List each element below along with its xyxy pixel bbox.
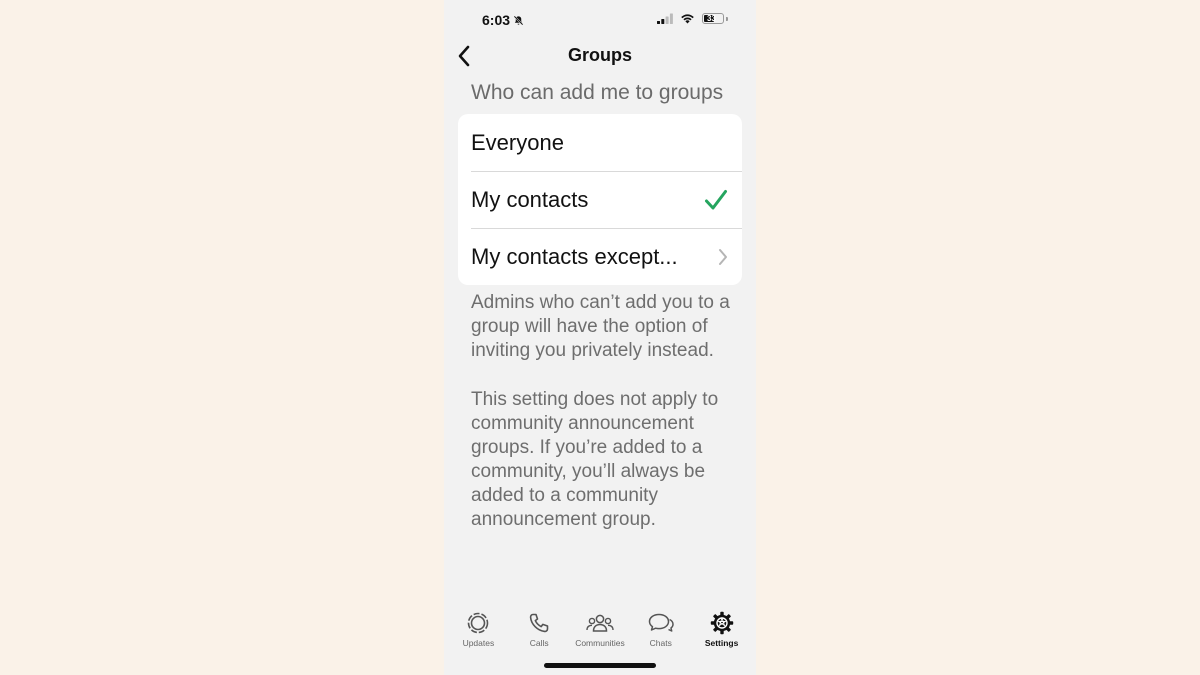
chevron-right-icon (719, 248, 727, 265)
phone-screen: 6:03 33 Groups Who can add me to groups … (444, 0, 756, 675)
home-indicator[interactable] (544, 663, 656, 668)
tab-calls[interactable]: Calls (509, 610, 570, 654)
updates-icon (468, 612, 489, 634)
tab-updates[interactable]: Updates (448, 610, 509, 654)
chats-icon (648, 613, 674, 632)
tab-label: Calls (529, 638, 549, 648)
option-my-contacts-except[interactable]: My contacts except... (458, 228, 742, 285)
battery-level: 33 (707, 14, 716, 23)
tab-label: Settings (704, 638, 739, 648)
battery-tip (726, 16, 728, 21)
tab-settings[interactable]: Settings (691, 610, 752, 654)
section-header: Who can add me to groups (471, 81, 724, 104)
option-label: Everyone (471, 129, 564, 155)
communities-icon (586, 614, 614, 632)
option-label: My contacts (471, 186, 589, 212)
tab-label: Chats (649, 638, 672, 648)
silent-bell-icon (513, 15, 524, 25)
tab-bar: Updates Calls Communities Chats Settings (444, 610, 756, 654)
page-title: Groups (567, 45, 632, 65)
signal-icon (657, 13, 673, 24)
status-time: 6:03 (482, 12, 524, 28)
footer-note-community: This setting does not apply to community… (471, 389, 719, 530)
tab-label: Communities (575, 638, 625, 648)
footer-note-admins: Admins who can’t add you to a group will… (471, 292, 730, 361)
tab-chats[interactable]: Chats (630, 610, 691, 654)
phone-icon (529, 613, 549, 633)
option-everyone[interactable]: Everyone (458, 114, 742, 171)
status-indicators: 33 (657, 13, 728, 24)
checkmark-icon (705, 189, 727, 209)
tab-communities[interactable]: Communities (570, 610, 631, 654)
tab-label: Updates (462, 638, 495, 648)
option-my-contacts[interactable]: My contacts (458, 171, 742, 228)
status-time-text: 6:03 (482, 12, 511, 28)
battery-indicator: 33 (702, 13, 724, 24)
option-label: My contacts except... (471, 243, 678, 269)
wifi-icon (681, 14, 694, 24)
gear-icon (710, 611, 733, 635)
options-list: Everyone My contacts My contacts except.… (458, 114, 742, 285)
